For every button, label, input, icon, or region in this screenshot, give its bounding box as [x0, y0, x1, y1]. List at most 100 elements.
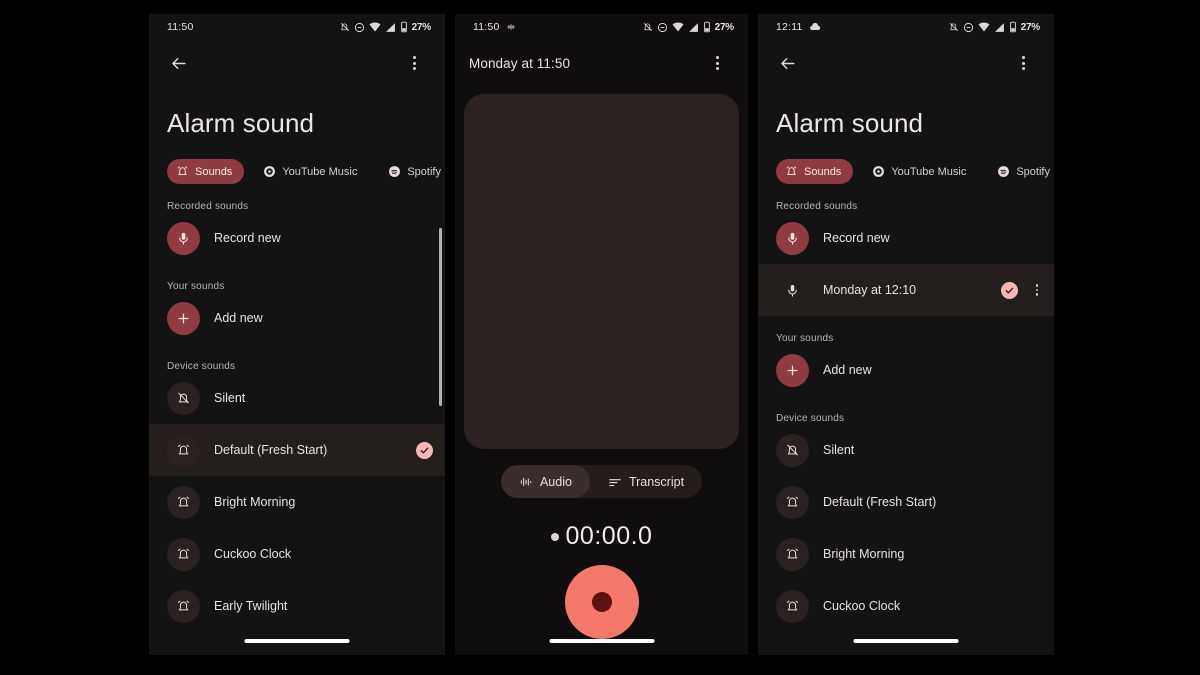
app-bar [149, 40, 445, 86]
microphone-icon [788, 232, 797, 245]
status-badge [1000, 281, 1018, 299]
transcript-lines-icon [609, 478, 621, 486]
cloud-icon [809, 22, 820, 31]
row-avatar [776, 433, 809, 467]
alarm-bell-icon [786, 166, 797, 175]
recording-title: Monday at 11:50 [469, 55, 571, 71]
list-item-record-new[interactable]: Record new [758, 212, 1054, 264]
row-avatar [167, 221, 200, 255]
screenshot-stage: 11:50 27% Alarm sound Sounds YouTube Mus… [0, 0, 1200, 675]
chip-youtube-music[interactable]: YouTube Music [254, 159, 369, 184]
list-item-record-new[interactable]: Record new [149, 212, 445, 264]
back-button[interactable] [163, 48, 193, 78]
wifi-icon [978, 21, 990, 31]
status-badge [416, 441, 433, 459]
list-item-label: Add new [823, 363, 872, 377]
list-item-early-twilight[interactable]: Early Twilight [149, 580, 445, 632]
gesture-bar[interactable] [549, 639, 654, 643]
list-item-label: Default (Fresh Start) [823, 495, 937, 509]
list-item-label: Record new [214, 231, 281, 245]
chip-label: YouTube Music [282, 165, 358, 178]
list-item-silent[interactable]: Silent [758, 424, 1054, 476]
list-item-label: Bright Morning [214, 495, 296, 509]
dnd-icon [963, 22, 973, 32]
list-item-label: Add new [214, 311, 263, 325]
list-item-default-fresh-start[interactable]: Default (Fresh Start) [758, 476, 1054, 528]
row-avatar [167, 537, 200, 571]
list-item-add-new[interactable]: Add new [758, 344, 1054, 396]
overflow-menu-button[interactable] [399, 48, 429, 78]
row-overflow-menu-icon[interactable] [1032, 284, 1043, 296]
battery-percent: 27% [411, 21, 432, 33]
list-item-monday-at-12-10[interactable]: Monday at 12:10 [758, 264, 1054, 316]
youtube-music-icon [264, 166, 276, 177]
status-icons: 27% [339, 21, 431, 33]
check-icon [1005, 287, 1013, 293]
battery-icon [1009, 21, 1016, 33]
phone-screen-3: 12:11 27% Alarm sound Sounds YouTube Mus… [758, 14, 1054, 655]
row-avatar [776, 589, 809, 623]
plus-icon [178, 313, 189, 323]
list-item-silent[interactable]: Silent [149, 372, 445, 424]
row-avatar [167, 485, 200, 519]
section-label-device-sounds: Device sounds [776, 413, 845, 424]
bell-off-icon [643, 22, 652, 31]
list-item-label: Silent [214, 391, 246, 405]
tab-label: Transcript [628, 474, 685, 489]
chip-label: Spotify [1016, 165, 1050, 178]
bell-off-icon [787, 444, 798, 456]
status-time: 11:50 [473, 21, 500, 33]
view-mode-toggle: Audio Transcript [455, 465, 748, 498]
tab-audio[interactable]: Audio [500, 465, 590, 498]
list-item-add-new[interactable]: Add new [149, 292, 445, 344]
chip-youtube-music[interactable]: YouTube Music [863, 159, 978, 184]
signal-icon [688, 22, 698, 32]
battery-icon [400, 21, 407, 33]
battery-icon [703, 21, 710, 33]
scrollbar[interactable] [439, 228, 442, 406]
tab-transcript[interactable]: Transcript [590, 465, 702, 498]
back-arrow-icon [171, 57, 186, 69]
page-title: Alarm sound [776, 108, 924, 138]
overflow-menu-button[interactable] [702, 48, 732, 78]
waveform-card [464, 94, 739, 449]
status-icons: 27% [642, 21, 734, 33]
chip-spotify[interactable]: Spotify [379, 159, 445, 184]
overflow-menu-button[interactable] [1008, 48, 1038, 78]
alarm-bell-icon [787, 600, 798, 610]
wifi-icon [369, 21, 381, 31]
overflow-menu-icon [412, 56, 416, 70]
gesture-bar[interactable] [853, 639, 959, 643]
list-item-cuckoo-clock[interactable]: Cuckoo Clock [758, 580, 1054, 632]
list-item-label: Record new [823, 231, 890, 245]
list-item-bright-morning[interactable]: Bright Morning [758, 528, 1054, 580]
status-time: 11:50 [167, 21, 194, 33]
status-bar: 11:50 27% [149, 14, 445, 40]
recording-dot-icon [550, 532, 559, 541]
gesture-bar[interactable] [244, 639, 350, 643]
row-avatar [167, 433, 200, 467]
stop-record-button[interactable] [564, 565, 639, 639]
chip-label: Sounds [804, 165, 842, 178]
list-item-default-fresh-start[interactable]: Default (Fresh Start) [149, 424, 445, 476]
phone-screen-1: 11:50 27% Alarm sound Sounds YouTube Mus… [149, 14, 445, 655]
app-bar [758, 40, 1054, 86]
chip-sounds[interactable]: Sounds [776, 159, 854, 184]
list-item-label: Bright Morning [823, 547, 905, 561]
list-item-bright-morning[interactable]: Bright Morning [149, 476, 445, 528]
check-icon [420, 447, 429, 453]
row-avatar [167, 301, 200, 335]
timer-value: 00:00.0 [565, 522, 653, 550]
back-arrow-icon [780, 57, 795, 69]
list-item-cuckoo-clock[interactable]: Cuckoo Clock [149, 528, 445, 580]
sound-list[interactable]: Recorded sounds Record new Monday at 12:… [758, 184, 1054, 632]
back-button[interactable] [772, 48, 802, 78]
app-bar: Monday at 11:50 [455, 40, 748, 86]
sound-list[interactable]: Recorded sounds Record new Your sounds A… [149, 184, 445, 632]
spotify-icon [389, 166, 401, 177]
row-avatar [776, 485, 809, 519]
signal-icon [385, 22, 395, 32]
chip-sounds[interactable]: Sounds [167, 159, 245, 184]
chip-spotify[interactable]: Spotify [988, 159, 1054, 184]
chip-label: Sounds [195, 165, 233, 178]
